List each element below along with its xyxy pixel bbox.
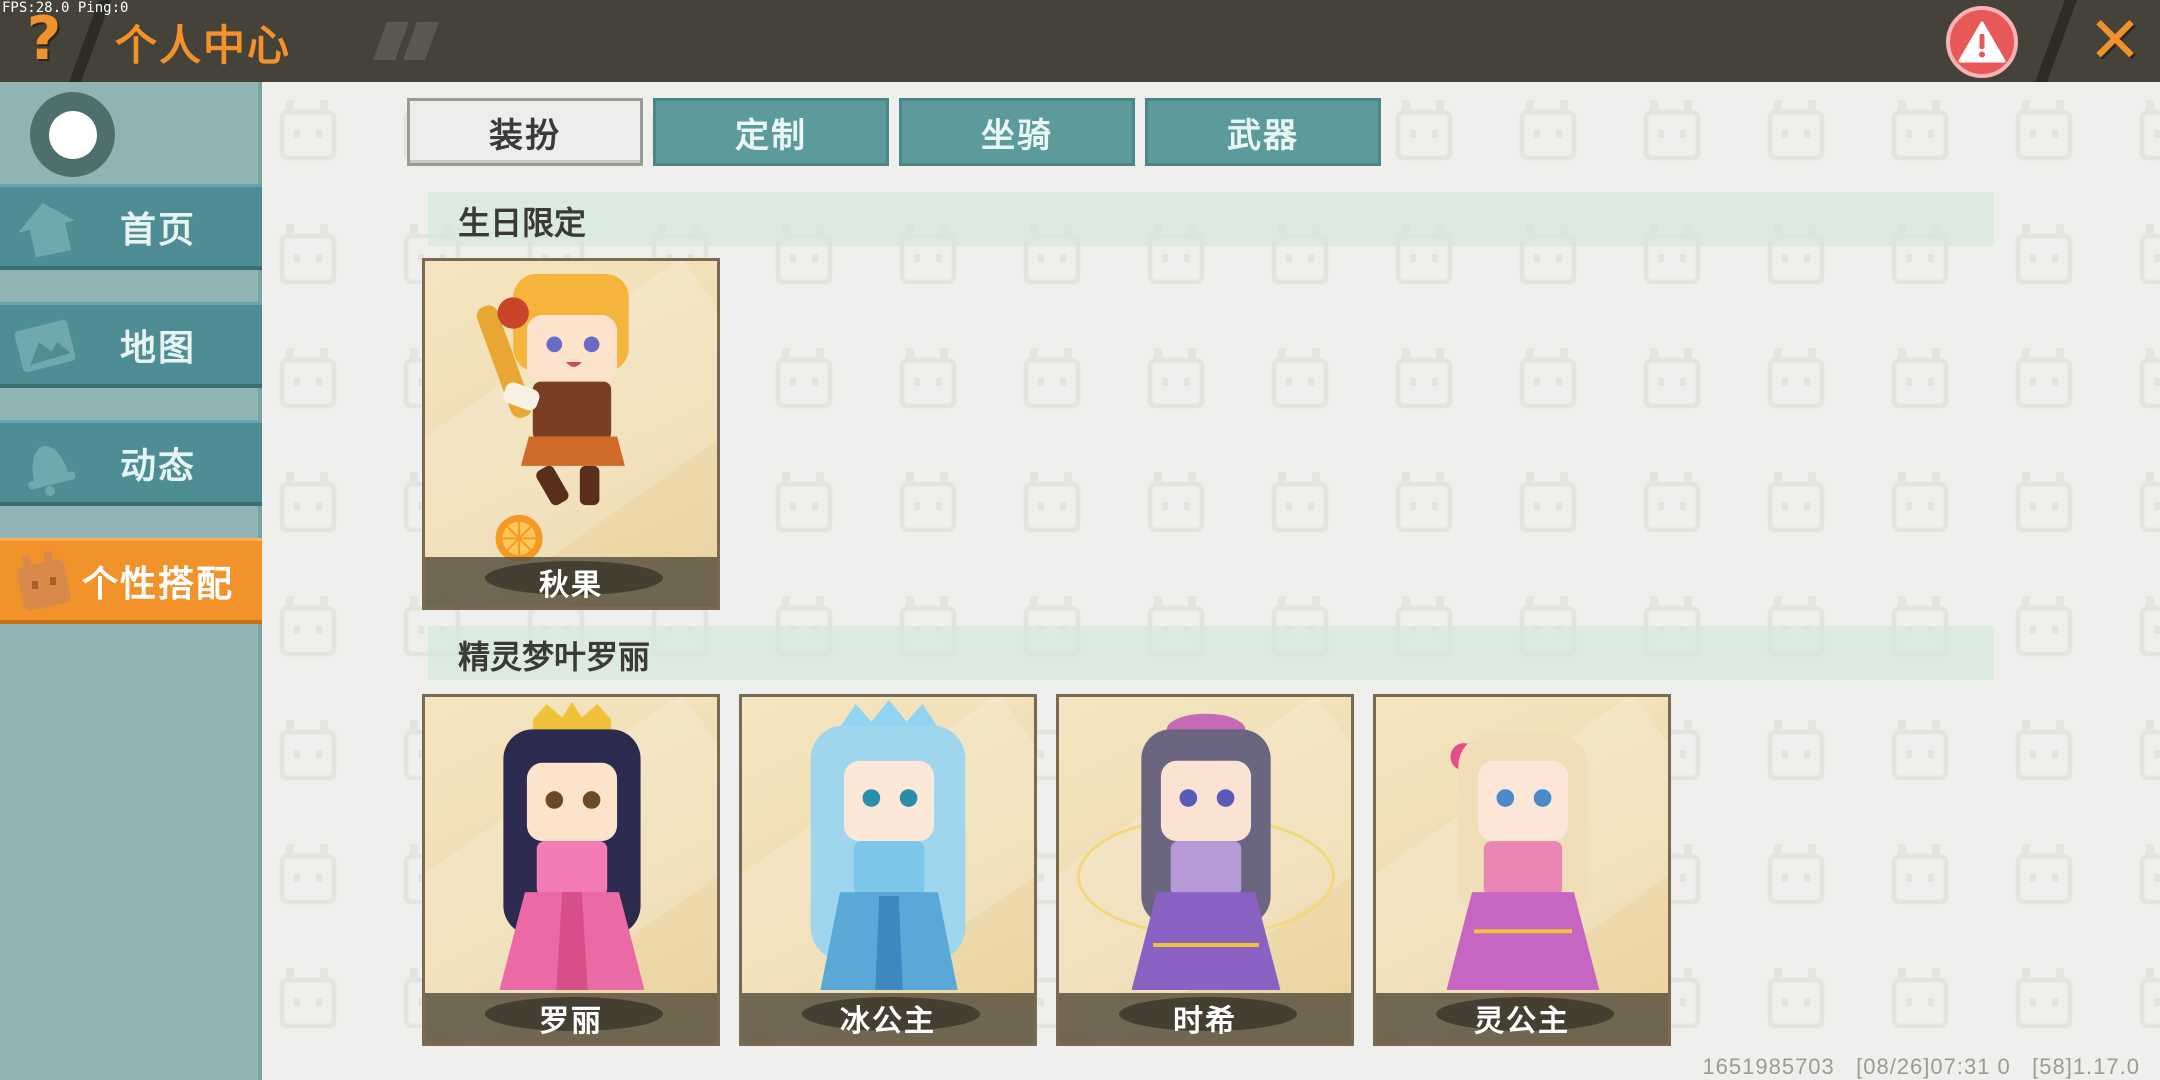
sidebar-item-label: 首页 xyxy=(120,209,197,251)
header-decoration xyxy=(373,22,450,60)
section-header xyxy=(428,192,1994,246)
sidebar-item-label: 动态 xyxy=(120,445,197,487)
home-icon xyxy=(18,202,75,258)
tab-mount[interactable]: 坐骑 xyxy=(899,98,1135,166)
avatar[interactable] xyxy=(30,92,115,177)
character-portrait-icon xyxy=(1077,713,1335,991)
outfit-card[interactable]: 罗丽 xyxy=(422,694,720,1046)
page-title: 个人中心 xyxy=(115,21,292,70)
outfit-name: 冰公主 xyxy=(840,1004,936,1039)
top-bar: ? 个人中心 ✕ xyxy=(0,0,2160,82)
warning-icon xyxy=(1958,21,2006,63)
tab-weapon[interactable]: 武器 xyxy=(1145,98,1381,166)
close-button[interactable]: ✕ xyxy=(2080,4,2150,78)
character-icon xyxy=(17,550,71,611)
tab-custom[interactable]: 定制 xyxy=(653,98,889,166)
outfit-card[interactable]: 时希 xyxy=(1056,694,1354,1046)
outfit-card[interactable]: 冰公主 xyxy=(739,694,1037,1046)
outfit-name: 时希 xyxy=(1173,1004,1237,1039)
report-button[interactable] xyxy=(1946,6,2018,78)
map-icon xyxy=(14,319,76,373)
sidebar-item-label: 地图 xyxy=(120,327,197,369)
outfit-card[interactable]: 秋果 xyxy=(422,258,720,610)
sidebar-item-map[interactable]: 地图 xyxy=(0,302,262,388)
section-header xyxy=(428,626,1994,680)
outfit-name: 秋果 xyxy=(539,568,603,603)
outfit-name: 灵公主 xyxy=(1474,1004,1570,1039)
sidebar: 首页 地图 动态 个性搭配 xyxy=(0,82,262,1080)
version-info: 1651985703 [08/26]07:31 0 [58]1.17.0 xyxy=(1702,1054,2140,1079)
character-portrait-icon xyxy=(476,273,629,561)
category-tabs: 装扮 定制 坐骑 武器 xyxy=(407,98,1381,166)
section-title: 生日限定 xyxy=(458,204,587,242)
character-portrait-icon xyxy=(810,700,966,991)
section-title: 精灵梦叶罗丽 xyxy=(458,638,651,676)
character-portrait-icon xyxy=(1446,733,1600,991)
tab-dress-up[interactable]: 装扮 xyxy=(407,98,643,166)
outfit-card[interactable]: 灵公主 xyxy=(1373,694,1671,1046)
header-divider-right xyxy=(2035,0,2077,82)
fps-readout: FPS:28.0 Ping:0 xyxy=(2,0,129,16)
bell-icon xyxy=(28,445,76,496)
sidebar-item-outfit[interactable]: 个性搭配 xyxy=(0,538,262,624)
close-icon: ✕ xyxy=(2088,4,2142,78)
sidebar-item-feed[interactable]: 动态 xyxy=(0,420,262,506)
main-panel: 装扮 定制 坐骑 武器 生日限定 秋果 精灵梦叶罗丽 罗丽 冰公主 时希 灵公主… xyxy=(262,82,2160,1080)
outfit-name: 罗丽 xyxy=(539,1004,603,1039)
sidebar-item-label: 个性搭配 xyxy=(82,563,235,605)
character-portrait-icon xyxy=(499,701,645,991)
sidebar-item-home[interactable]: 首页 xyxy=(0,184,262,270)
